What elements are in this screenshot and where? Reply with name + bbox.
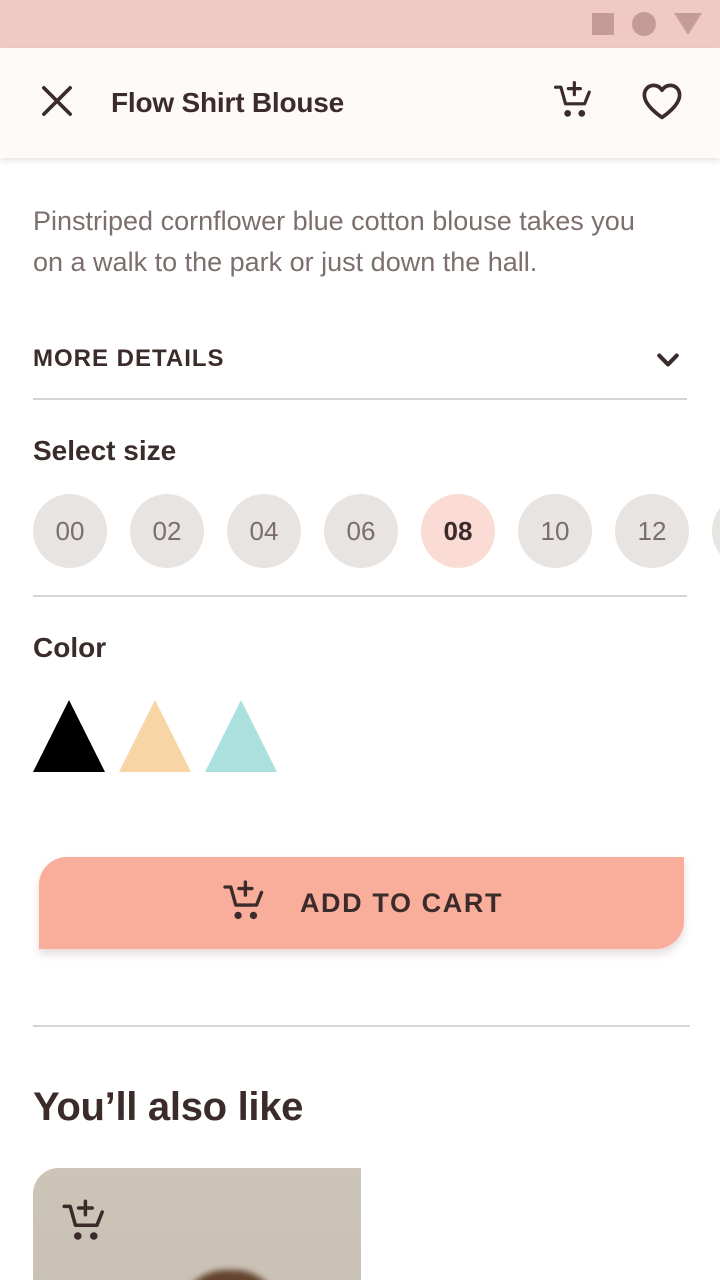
- close-button[interactable]: [34, 80, 80, 126]
- close-icon: [36, 80, 78, 127]
- color-swatch-aqua[interactable]: [205, 700, 277, 772]
- select-size-title: Select size: [33, 435, 177, 466]
- size-selector[interactable]: 00 02 04 06 08 10 12 14: [0, 467, 720, 595]
- favorite-button[interactable]: [638, 79, 686, 127]
- size-chip-08[interactable]: 08: [421, 494, 495, 568]
- status-bar: [0, 0, 720, 48]
- app-bar: Flow Shirt Blouse: [0, 48, 720, 158]
- size-chip-00[interactable]: 00: [33, 494, 107, 568]
- color-title: Color: [33, 632, 107, 663]
- size-chip-12[interactable]: 12: [615, 494, 689, 568]
- size-chip-14[interactable]: 14: [712, 494, 720, 568]
- chevron-down-icon: [649, 340, 687, 378]
- add-to-cart-button[interactable]: [550, 79, 598, 127]
- size-chip-10[interactable]: 10: [518, 494, 592, 568]
- more-details-expander[interactable]: MORE DETAILS: [33, 283, 687, 398]
- color-swatch-peach[interactable]: [119, 700, 191, 772]
- product-description: Pinstriped cornflower blue cotton blouse…: [33, 206, 635, 277]
- cart-plus-icon: [551, 78, 597, 129]
- recommendations-list: [0, 1130, 720, 1280]
- more-details-label: MORE DETAILS: [33, 345, 225, 372]
- add-to-cart-label: ADD TO CART: [299, 887, 504, 918]
- page-title: Flow Shirt Blouse: [111, 87, 345, 118]
- heart-outline-icon: [638, 77, 686, 130]
- color-selector[interactable]: [0, 664, 720, 772]
- product-detail-screen: Flow Shirt Blouse Pinstriped cornflower …: [0, 0, 720, 1280]
- size-chip-06[interactable]: 06: [324, 494, 398, 568]
- triangle-down-icon: [674, 13, 702, 35]
- color-swatch-black[interactable]: [33, 700, 105, 772]
- size-chip-04[interactable]: 04: [227, 494, 301, 568]
- circle-icon: [632, 12, 656, 36]
- card-add-to-cart-button[interactable]: [59, 1196, 111, 1253]
- size-chip-02[interactable]: 02: [130, 494, 204, 568]
- cart-plus-icon: [220, 877, 270, 930]
- cart-plus-icon: [59, 1199, 111, 1252]
- app-bar-actions: [550, 79, 686, 127]
- square-icon: [592, 13, 614, 35]
- add-to-cart-container: ADD TO CART: [0, 772, 720, 949]
- product-content: Pinstriped cornflower blue cotton blouse…: [0, 158, 720, 1280]
- add-to-cart-primary-button[interactable]: ADD TO CART: [39, 857, 684, 949]
- recommendation-card[interactable]: [33, 1168, 361, 1280]
- recommendations-title: You’ll also like: [33, 1085, 304, 1129]
